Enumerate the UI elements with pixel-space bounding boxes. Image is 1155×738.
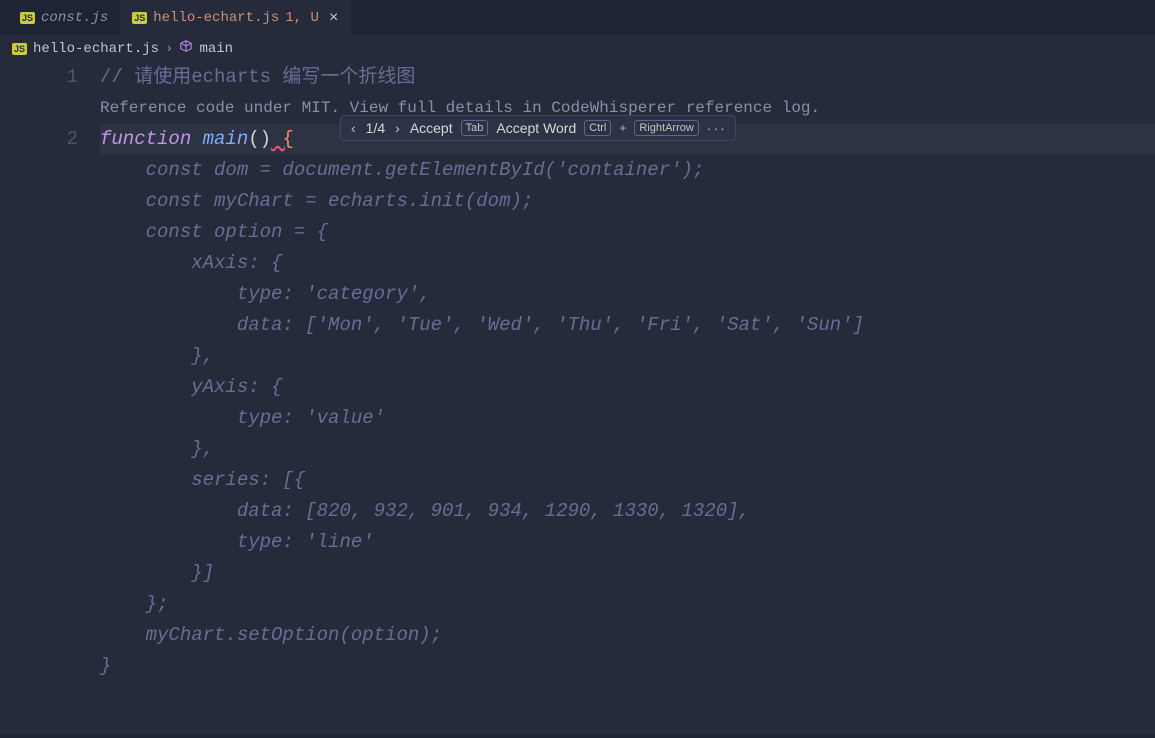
tab-hello-echart-js[interactable]: JS hello-echart.js 1, U × — [120, 0, 350, 35]
line-number — [0, 620, 78, 651]
kbd-hint: RightArrow — [634, 120, 698, 136]
kbd-hint: Ctrl — [584, 120, 611, 136]
suggestion-ghost-text: series: [{ — [100, 465, 1155, 496]
suggestion-ghost-text: type: 'category', — [100, 279, 1155, 310]
line-number — [0, 589, 78, 620]
accept-word-button[interactable]: Accept Word — [496, 120, 576, 136]
code-area[interactable]: // 请使用echarts 编写一个折线图 Reference code und… — [100, 62, 1155, 735]
chevron-right-icon: › — [165, 41, 173, 57]
tab-label: hello-echart.js — [153, 10, 279, 26]
line-number — [0, 155, 78, 186]
suggestion-ghost-text: const option = { — [100, 217, 1155, 248]
suggestion-ghost-text: data: ['Mon', 'Tue', 'Wed', 'Thu', 'Fri'… — [100, 310, 1155, 341]
inline-suggestion-toolbar: ‹ 1/4 › Accept Tab Accept Word Ctrl + Ri… — [340, 115, 736, 141]
suggestion-ghost-text: data: [820, 932, 901, 934, 1290, 1330, 1… — [100, 496, 1155, 527]
code-brace-error: { — [271, 128, 294, 150]
line-number — [0, 527, 78, 558]
accept-button[interactable]: Accept — [410, 120, 453, 136]
line-number — [0, 341, 78, 372]
more-actions-icon[interactable]: ··· — [707, 120, 727, 136]
suggestion-ghost-text: yAxis: { — [100, 372, 1155, 403]
suggestion-ghost-text: }, — [100, 341, 1155, 372]
cube-icon — [179, 39, 193, 58]
code-keyword: function — [100, 128, 191, 150]
line-number-gutter: 1 2 — [0, 62, 100, 735]
suggestion-ghost-text: }] — [100, 558, 1155, 589]
line-number — [0, 372, 78, 403]
suggestion-ghost-text: type: 'value' — [100, 403, 1155, 434]
line-number — [0, 186, 78, 217]
line-number — [0, 217, 78, 248]
line-number — [0, 279, 78, 310]
line-number: 2 — [0, 124, 78, 155]
code-parens: () — [248, 128, 271, 150]
breadcrumb-file[interactable]: hello-echart.js — [33, 41, 159, 57]
line-number — [0, 248, 78, 279]
suggestion-ghost-text: xAxis: { — [100, 248, 1155, 279]
line-number — [0, 403, 78, 434]
js-icon: JS — [12, 43, 27, 55]
line-number — [0, 93, 78, 124]
tab-bar: JS const.js JS hello-echart.js 1, U × — [0, 0, 1155, 35]
js-icon: JS — [132, 12, 147, 24]
line-number — [0, 558, 78, 589]
code-comment: // 请使用echarts 编写一个折线图 — [100, 66, 415, 88]
prev-suggestion-icon[interactable]: ‹ — [349, 120, 358, 136]
tab-modified-status: 1, U — [285, 10, 319, 26]
close-icon[interactable]: × — [329, 9, 339, 27]
line-number — [0, 434, 78, 465]
breadcrumb: JS hello-echart.js › main — [0, 35, 1155, 62]
code-function-name: main — [191, 128, 248, 150]
suggestion-ghost-text: } — [100, 651, 1155, 682]
js-icon: JS — [20, 12, 35, 24]
suggestion-ghost-text: const dom = document.getElementById('con… — [100, 155, 1155, 186]
next-suggestion-icon[interactable]: › — [393, 120, 402, 136]
suggestion-ghost-text: }; — [100, 589, 1155, 620]
suggestion-ghost-text: const myChart = echarts.init(dom); — [100, 186, 1155, 217]
line-number — [0, 310, 78, 341]
line-number — [0, 651, 78, 682]
line-number: 1 — [0, 62, 78, 93]
breadcrumb-symbol[interactable]: main — [199, 41, 233, 57]
line-number — [0, 465, 78, 496]
kbd-plus: + — [619, 121, 626, 135]
suggestion-ghost-text: }, — [100, 434, 1155, 465]
editor[interactable]: 1 2 // 请使用echarts 编写一个折线图 Reference code… — [0, 62, 1155, 735]
kbd-hint: Tab — [461, 120, 489, 136]
tab-const-js[interactable]: JS const.js — [8, 0, 120, 35]
suggestion-ghost-text: type: 'line' — [100, 527, 1155, 558]
suggestion-ghost-text: myChart.setOption(option); — [100, 620, 1155, 651]
line-number — [0, 496, 78, 527]
tab-label: const.js — [41, 10, 108, 26]
suggestion-counter: 1/4 — [366, 120, 385, 136]
